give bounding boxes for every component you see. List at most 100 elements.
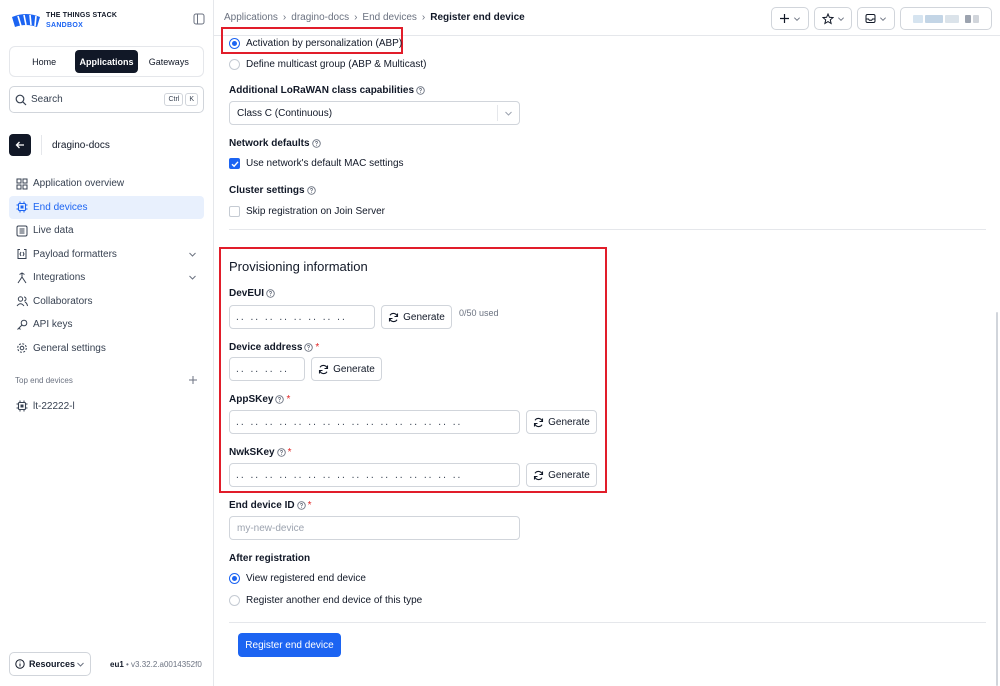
breadcrumb-end-devices[interactable]: End devices [362, 12, 416, 23]
logo[interactable]: THE THINGS STACK SANDBOX [10, 7, 120, 35]
chip-icon [16, 400, 28, 412]
deveui-generate-button[interactable]: Generate [381, 305, 452, 329]
sidebar-item-label: Payload formatters [33, 248, 117, 260]
sidebar-item-label: Application overview [33, 178, 125, 189]
help-icon[interactable] [276, 448, 286, 457]
network-defaults-checkbox-row[interactable]: Use network's default MAC settings [229, 158, 404, 169]
breadcrumb-application[interactable]: dragino-docs [291, 12, 349, 23]
end-device-id-label: End device ID * [229, 500, 311, 511]
cluster-settings-label-text: Cluster settings [229, 185, 305, 196]
nwkskey-input[interactable]: .. .. .. .. .. .. .. .. .. .. .. .. .. .… [229, 463, 520, 487]
after-registration-label: After registration [229, 553, 311, 564]
shortcut-key-ctrl: Ctrl [164, 93, 184, 106]
sidebar-item-api-keys[interactable]: API keys [9, 313, 204, 336]
checkmark-icon [231, 160, 239, 167]
grid-icon [16, 178, 28, 189]
refresh-icon [389, 312, 399, 322]
end-device-id-label-text: End device ID [229, 500, 295, 511]
network-defaults-checkbox-label: Use network's default MAC settings [246, 158, 404, 169]
end-device-id-input[interactable]: my-new-device [229, 516, 520, 540]
chevron-down-icon [794, 16, 800, 21]
class-capabilities-select[interactable]: Class C (Continuous) [229, 101, 520, 125]
sidebar-item-label: End devices [33, 201, 88, 213]
plus-icon[interactable] [188, 375, 198, 385]
key-icon [17, 319, 28, 330]
chevron-down-icon [505, 111, 512, 116]
top-nav-tabs: Home Applications Gateways [9, 46, 204, 77]
appskey-generate-button[interactable]: Generate [526, 410, 597, 434]
checkbox-unchecked[interactable] [229, 206, 240, 217]
scrollbar[interactable] [996, 312, 998, 686]
back-button[interactable] [9, 134, 31, 156]
nwkskey-label-text: NwkSKey [229, 447, 275, 458]
cluster-name: eu1 [110, 660, 124, 669]
cluster-settings-checkbox-row[interactable]: Skip registration on Join Server [229, 206, 385, 217]
user-menu-button[interactable] [900, 7, 992, 30]
class-capabilities-value: Class C (Continuous) [237, 107, 333, 119]
sidebar-item-application-overview[interactable]: Application overview [9, 172, 204, 195]
tab-gateways[interactable]: Gateways [138, 50, 200, 73]
device-address-generate-button[interactable]: Generate [311, 357, 382, 381]
network-defaults-label: Network defaults [229, 138, 321, 149]
deveui-input[interactable]: .. .. .. .. .. .. .. .. [229, 305, 375, 329]
divider [229, 622, 986, 623]
radio-unselected[interactable] [229, 595, 240, 606]
device-address-input[interactable]: .. .. .. .. [229, 357, 305, 381]
bookmarks-button[interactable] [814, 7, 852, 30]
sidebar-item-live-data[interactable]: Live data [9, 219, 204, 242]
help-icon[interactable] [311, 139, 321, 148]
radio-unselected[interactable] [229, 59, 240, 70]
generate-label: Generate [403, 311, 445, 323]
add-menu-button[interactable] [771, 7, 809, 30]
generate-label: Generate [333, 363, 375, 375]
breadcrumb-separator-icon: › [421, 12, 426, 23]
application-back-row: dragino-docs [9, 133, 110, 157]
deveui-label: DevEUI [229, 288, 275, 299]
after-registration-option-another[interactable]: Register another end device of this type [229, 595, 422, 606]
help-icon[interactable] [266, 289, 275, 298]
arrow-left-icon [15, 141, 24, 149]
sidebar-item-collaborators[interactable]: Collaborators [9, 290, 204, 313]
tab-home[interactable]: Home [13, 50, 75, 73]
help-icon[interactable] [304, 343, 314, 352]
search-input[interactable]: Search Ctrl K [9, 86, 204, 113]
top-end-device-item[interactable]: lt-22222-l [16, 400, 75, 412]
help-icon[interactable] [306, 186, 316, 195]
radio-selected[interactable] [229, 573, 240, 584]
help-icon[interactable] [275, 395, 285, 404]
chevron-down-icon [77, 662, 84, 667]
chip-icon [16, 201, 28, 213]
refresh-icon [534, 417, 544, 427]
sidebar-item-integrations[interactable]: Integrations [9, 266, 204, 289]
top-end-device-label: lt-22222-l [33, 400, 75, 412]
sidebar-item-general-settings[interactable]: General settings [9, 337, 204, 360]
help-icon[interactable] [296, 501, 306, 510]
sidebar-item-end-devices[interactable]: End devices [9, 195, 204, 219]
tab-applications[interactable]: Applications [75, 50, 138, 73]
nwkskey-generate-button[interactable]: Generate [526, 463, 597, 487]
sidebar-collapse-icon[interactable] [193, 13, 205, 25]
resources-button[interactable]: Resources [9, 652, 91, 676]
activation-option-abp[interactable]: Activation by personalization (ABP) [229, 38, 402, 49]
inbox-button[interactable] [857, 7, 895, 30]
after-registration-option-view[interactable]: View registered end device [229, 573, 366, 584]
checkbox-checked[interactable] [229, 158, 240, 169]
device-address-label: Device address * [229, 342, 319, 353]
appskey-input[interactable]: .. .. .. .. .. .. .. .. .. .. .. .. .. .… [229, 410, 520, 434]
breadcrumb-applications[interactable]: Applications [224, 12, 278, 23]
radio-selected[interactable] [229, 38, 240, 49]
deveui-usage: 0/50 used [459, 308, 499, 318]
breadcrumb-current: Register end device [430, 12, 525, 23]
divider [229, 229, 986, 230]
cluster-settings-checkbox-label: Skip registration on Join Server [246, 206, 385, 217]
sidebar-item-payload-formatters[interactable]: Payload formatters [9, 243, 204, 266]
top-end-devices-header: Top end devices [15, 375, 198, 385]
register-end-device-button[interactable]: Register end device [238, 633, 341, 657]
search-icon [15, 94, 27, 105]
brand-subtitle: SANDBOX [46, 22, 84, 29]
gear-icon [17, 343, 27, 353]
device-address-label-text: Device address [229, 342, 303, 353]
activation-option-multicast[interactable]: Define multicast group (ABP & Multicast) [229, 59, 426, 70]
code-icon [17, 249, 27, 259]
help-icon[interactable] [416, 86, 425, 95]
